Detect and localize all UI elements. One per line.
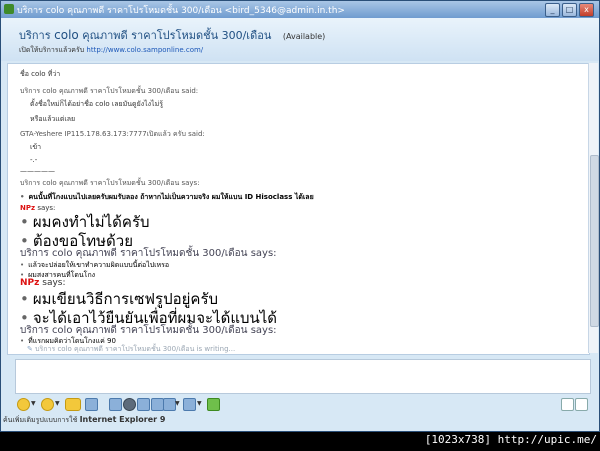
personal-message: เปิดให้บริการแล้วครับ http://www.colo.sa…	[19, 45, 203, 56]
scrollbar-thumb[interactable]	[590, 155, 599, 327]
conversation-line: ชื่อ colo ที่ว่า	[20, 70, 61, 78]
conversation-pane: ชื่อ colo ที่ว่าบริการ colo คุณภาพดี ราค…	[7, 63, 590, 355]
text-mode-icon[interactable]	[575, 398, 588, 411]
chevron-down-icon[interactable]: ▼	[31, 400, 36, 407]
message-line: คนนั้นที่โกงแบนไปเลยครับผมรับลอง ถ้าหากไ…	[20, 192, 314, 203]
chevron-down-icon[interactable]: ▼	[197, 400, 202, 407]
personal-message-text: เปิดให้บริการแล้วครับ	[19, 46, 85, 54]
conversation-line: บริการ colo คุณภาพดี ราคาโปรโหมดชั้น 300…	[20, 179, 200, 187]
window-title: บริการ colo คุณภาพดี ราคาโปรโหมดชั้น 300…	[17, 6, 345, 16]
conversation-scrollbar[interactable]	[588, 63, 599, 353]
chevron-down-icon[interactable]: ▼	[55, 400, 60, 407]
status-badge: (Available)	[282, 32, 326, 41]
image-icon[interactable]	[109, 398, 122, 411]
conversation-line: —————	[20, 167, 55, 175]
message-text: คนนั้นที่โกงแบนไปเลยครับผมรับลอง ถ้าหากไ…	[20, 193, 314, 201]
conversation-line: GTA-Yeshere IP115.178.63.173:7777เปิดแล้…	[20, 130, 205, 138]
contact-name-rest: คุณภาพดี ราคาโปรโหมดชั้น 300/เดือน	[82, 29, 272, 42]
minimize-button[interactable]: _	[545, 3, 560, 17]
contact-name-prefix: บริการ	[19, 29, 51, 42]
sender-line: บริการ colo คุณภาพดี ราคาโปรโหมดชั้น 300…	[20, 248, 277, 259]
messenger-icon	[4, 4, 14, 14]
contact-header: บริการ colo คุณภาพดี ราคาโปรโหมดชั้น 300…	[1, 18, 599, 61]
messenger-window: บริการ colo คุณภาพดี ราคาโปรโหมดชั้น 300…	[0, 0, 600, 432]
status-text: ค้นเพิ่มเติมรูปแบบการใช้	[3, 416, 78, 424]
maximize-button[interactable]: □	[562, 3, 577, 17]
typing-indicator: ✎ บริการ colo คุณภาพดี ราคาโปรโหมดชั้น 3…	[27, 344, 235, 355]
chevron-down-icon[interactable]: ▼	[175, 400, 180, 407]
conversation-line: -.-	[30, 156, 38, 164]
conversation-line: ตั้งชื่อใหม่ก็ได้อย่าชื่อ colo เลยมันดูย…	[30, 100, 163, 108]
typing-text: บริการ colo คุณภาพดี ราคาโปรโหมดชั้น 300…	[35, 345, 236, 353]
background-icon[interactable]	[137, 398, 150, 411]
message-input[interactable]	[15, 359, 591, 394]
message-text: แล้วจะปล่อยให้เขาทำความผิดแบบนี้ต่อไปเหร…	[20, 261, 169, 269]
title-bar: บริการ colo คุณภาพดี ราคาโปรโหมดชั้น 300…	[1, 1, 599, 18]
wink-icon[interactable]	[41, 398, 54, 411]
contact-name-main: colo	[54, 28, 79, 42]
handwriting-icon[interactable]	[561, 398, 574, 411]
share-icon[interactable]	[183, 398, 196, 411]
voice-clip-icon[interactable]	[65, 398, 81, 411]
activity-icon[interactable]	[207, 398, 220, 411]
close-button[interactable]: x	[579, 3, 594, 17]
conversation-line: หรือแล้วแต่เลย	[30, 115, 76, 123]
pencil-icon: ✎	[27, 345, 36, 353]
games-icon[interactable]	[123, 398, 136, 411]
conversation-line: บริการ colo คุณภาพดี ราคาโปรโหมดชั้น 300…	[20, 87, 199, 95]
personal-message-link[interactable]: http://www.colo.samponline.com/	[86, 46, 203, 54]
status-app[interactable]: Internet Explorer 9	[80, 415, 166, 424]
emoticon-icon[interactable]	[17, 398, 30, 411]
status-bar: ค้นเพิ่มเติมรูปแบบการใช้ Internet Explor…	[3, 415, 165, 426]
nudge-icon[interactable]	[85, 398, 98, 411]
contact-name: บริการ colo คุณภาพดี ราคาโปรโหมดชั้น 300…	[19, 26, 325, 44]
conversation-line: เข้า	[30, 143, 42, 151]
format-toolbar: ▼ ▼ ▼ ▼	[15, 396, 589, 412]
watermark: [1023x738] http://upic.me/	[424, 433, 597, 446]
